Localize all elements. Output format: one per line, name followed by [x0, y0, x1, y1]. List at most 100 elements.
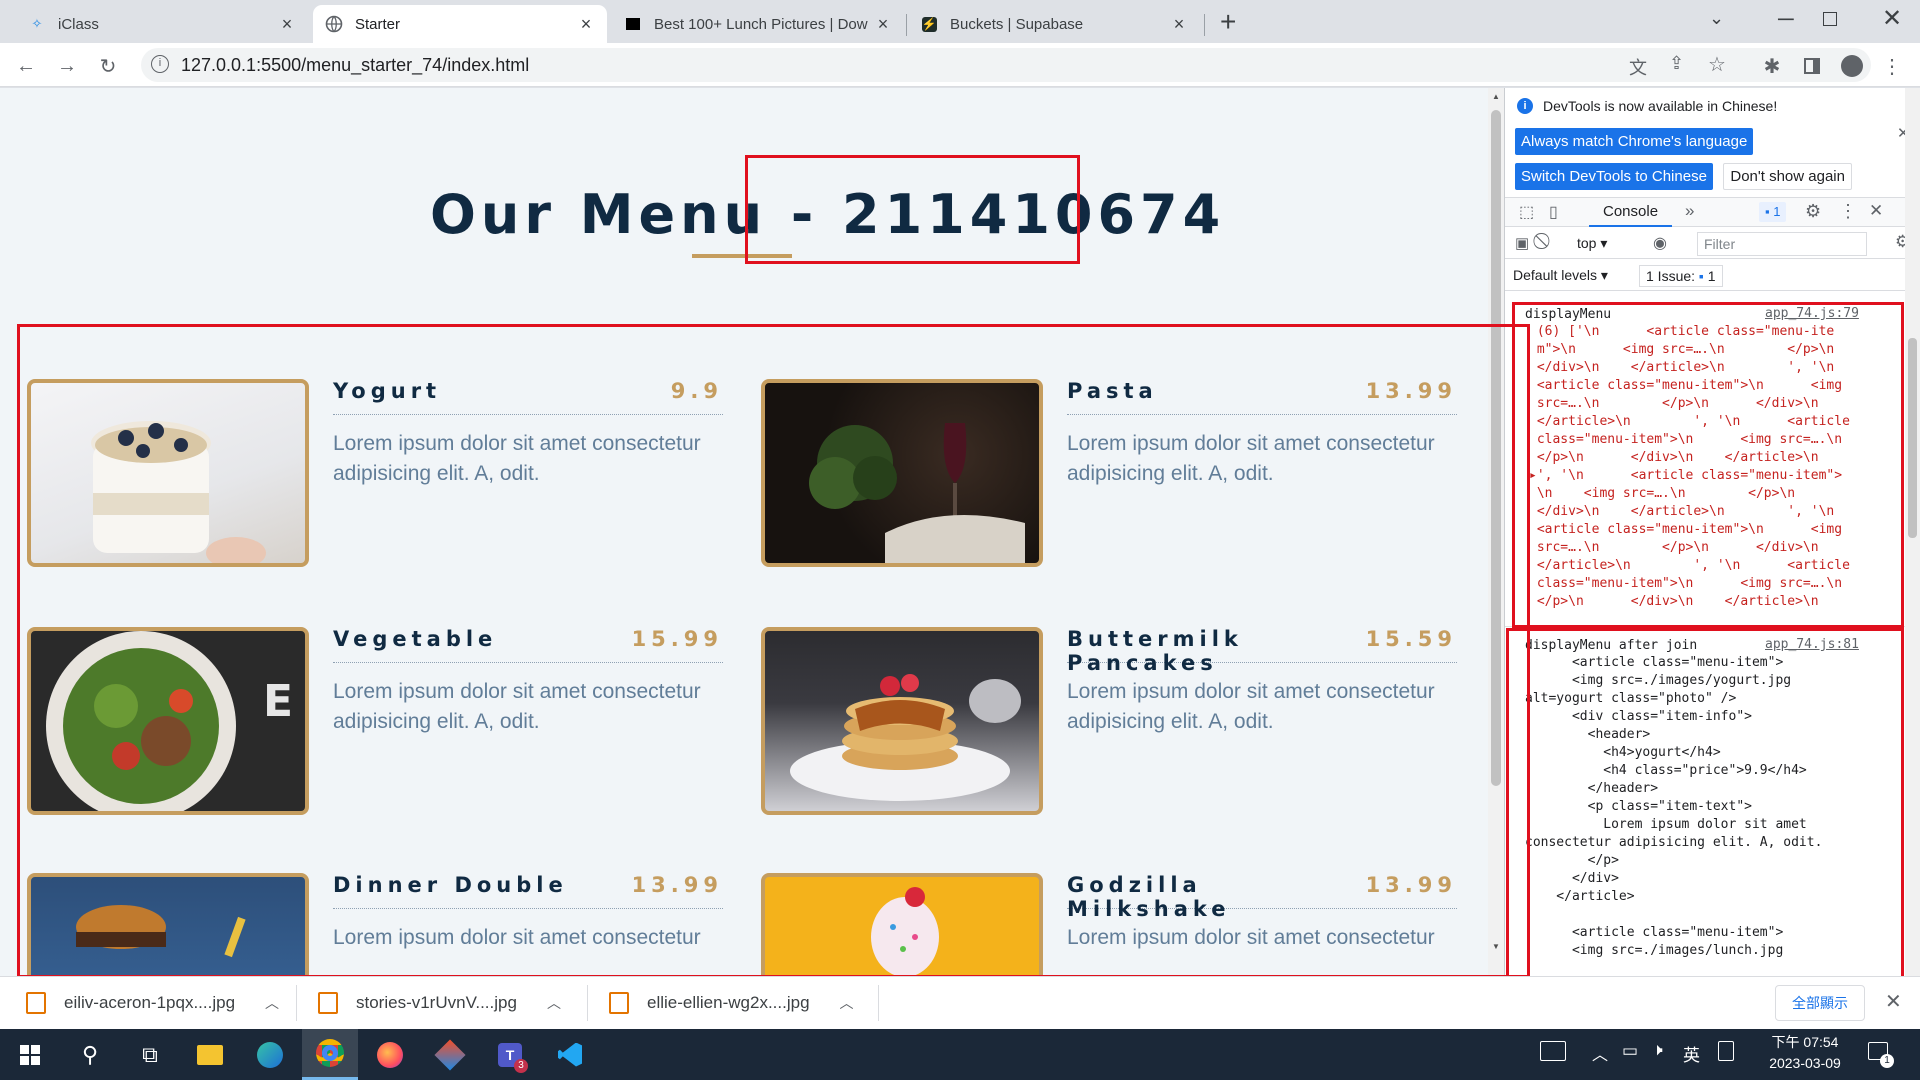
- live-expression-eye-icon[interactable]: ◉: [1653, 233, 1667, 253]
- settings-gear-icon[interactable]: ⚙: [1805, 201, 1821, 222]
- notification-badge: 1: [1880, 1054, 1894, 1068]
- levels-label: Default levels: [1513, 267, 1598, 283]
- context-select[interactable]: top ▾: [1577, 235, 1607, 252]
- chevron-up-icon[interactable]: ︿: [840, 993, 854, 1013]
- more-tabs-icon[interactable]: »: [1685, 201, 1694, 221]
- close-tab-icon[interactable]: ×: [577, 14, 595, 35]
- vegetable-photo: E: [27, 627, 309, 815]
- address-bar[interactable]: i 127.0.0.1:5500/menu_starter_74/index.h…: [141, 48, 1871, 82]
- back-icon[interactable]: ←: [12, 52, 40, 80]
- forward-icon[interactable]: →: [53, 52, 81, 80]
- volume-muted-icon[interactable]: 🕨: [1652, 1040, 1663, 1060]
- close-tab-icon[interactable]: ×: [1170, 14, 1188, 35]
- scroll-down-icon[interactable]: ▼: [1492, 942, 1500, 951]
- device-toolbar-icon[interactable]: ▯: [1549, 202, 1558, 222]
- extensions-icon[interactable]: ✱: [1758, 52, 1786, 80]
- profile-avatar-icon[interactable]: [1838, 52, 1866, 80]
- dont-show-again-button[interactable]: Don't show again: [1723, 163, 1852, 190]
- devtools-scrollbar-thumb[interactable]: [1908, 338, 1917, 538]
- close-downloads-icon[interactable]: ✕: [1885, 989, 1902, 1014]
- scrollbar-thumb[interactable]: [1491, 110, 1501, 786]
- teams-badge: 3: [514, 1059, 528, 1073]
- context-value: top: [1577, 235, 1597, 251]
- edge-browser-icon[interactable]: [242, 1029, 298, 1080]
- ime-indicator[interactable]: 英: [1683, 1041, 1700, 1066]
- inspect-element-icon[interactable]: ⬚: [1519, 202, 1534, 222]
- search-icon[interactable]: ⚲: [62, 1029, 118, 1080]
- menu-item: Godzilla Milkshake 13.99 Lorem ipsum dol…: [761, 873, 1476, 976]
- network-icon[interactable]: ▭: [1622, 1041, 1638, 1061]
- issues-count: 1: [1773, 204, 1781, 219]
- git-app-icon[interactable]: [422, 1029, 478, 1080]
- levels-select[interactable]: Default levels ▾: [1513, 267, 1608, 284]
- site-info-icon[interactable]: i: [151, 55, 169, 73]
- iclass-logo-icon: ✧: [31, 16, 43, 31]
- info-icon: i: [1517, 98, 1533, 114]
- close-devtools-icon[interactable]: ✕: [1869, 201, 1883, 221]
- download-item[interactable]: eiliv-aceron-1pqx....jpg ︿: [26, 977, 279, 1029]
- reload-icon[interactable]: ↻: [94, 52, 122, 80]
- log-1-source-link[interactable]: app_74.js:79: [1765, 305, 1859, 323]
- kebab-menu-icon[interactable]: ⋮: [1839, 201, 1857, 222]
- scroll-up-icon[interactable]: ▲: [1492, 92, 1500, 101]
- close-tab-icon[interactable]: ×: [278, 14, 296, 35]
- tab-supabase[interactable]: ⚡ Buckets | Supabase ×: [908, 5, 1200, 43]
- close-tab-icon[interactable]: ×: [874, 14, 892, 35]
- item-header: Vegetable 15.99: [333, 627, 723, 663]
- chrome-menu-icon[interactable]: ⋮: [1878, 52, 1906, 80]
- translate-icon[interactable]: 文: [1629, 54, 1647, 80]
- vscode-app-icon[interactable]: [542, 1029, 598, 1080]
- firefox-browser-icon[interactable]: [362, 1029, 418, 1080]
- language-banner: i DevTools is now available in Chinese! …: [1505, 96, 1920, 142]
- item-price: 15.59: [1365, 627, 1457, 651]
- tab-iclass[interactable]: ✧ iClass ×: [16, 5, 308, 43]
- ime-mode-icon[interactable]: [1718, 1041, 1734, 1061]
- item-info: Yogurt 9.9 Lorem ipsum dolor sit amet co…: [333, 379, 723, 489]
- tab-separator: [1204, 14, 1205, 36]
- banner-actions-row-1: Always match Chrome's language: [1505, 128, 1920, 155]
- tab-title: Buckets | Supabase: [950, 15, 1084, 33]
- windows-start-icon[interactable]: [2, 1029, 58, 1080]
- teams-app-icon[interactable]: T3: [482, 1029, 538, 1080]
- chrome-browser-icon[interactable]: [302, 1029, 358, 1080]
- minimize-icon[interactable]: ─: [1778, 6, 1794, 32]
- download-item[interactable]: ellie-ellien-wg2x....jpg ︿: [609, 977, 854, 1029]
- tab-console[interactable]: Console: [1589, 198, 1673, 227]
- chevron-up-icon[interactable]: ︿: [547, 993, 561, 1013]
- new-tab-button[interactable]: +: [1220, 6, 1236, 38]
- close-window-icon[interactable]: ✕: [1882, 4, 1902, 33]
- chevron-up-icon[interactable]: ︿: [1592, 1041, 1608, 1065]
- sidebar-toggle-icon[interactable]: ▣: [1515, 234, 1529, 252]
- side-panel-icon[interactable]: [1798, 52, 1826, 80]
- unsplash-logo-icon: [624, 15, 642, 33]
- download-item[interactable]: stories-v1rUvnV....jpg ︿: [318, 977, 561, 1029]
- issues-count-badge[interactable]: ▪ 1: [1759, 202, 1787, 222]
- clock[interactable]: 下午 07:54 2023-03-09: [1760, 1032, 1850, 1074]
- pancakes-photo: [761, 627, 1043, 815]
- item-info: Vegetable 15.99 Lorem ipsum dolor sit am…: [333, 627, 723, 737]
- chevron-up-icon[interactable]: ︿: [265, 993, 279, 1013]
- issues-button[interactable]: 1 Issue: ▪ 1: [1639, 265, 1723, 287]
- tab-unsplash[interactable]: Best 100+ Lunch Pictures | Dow ×: [612, 5, 904, 43]
- tab-starter[interactable]: Starter ×: [313, 5, 607, 43]
- maximize-icon[interactable]: [1823, 12, 1837, 26]
- filter-input[interactable]: Filter: [1697, 232, 1867, 256]
- show-all-downloads-button[interactable]: 全部顯示: [1775, 985, 1865, 1021]
- log-2-source-link[interactable]: app_74.js:81: [1765, 636, 1859, 654]
- devtools-scrollbar[interactable]: [1905, 88, 1920, 976]
- page-scrollbar[interactable]: ▲ ▼: [1488, 88, 1504, 976]
- bookmark-star-icon[interactable]: ☆: [1708, 52, 1726, 77]
- share-icon[interactable]: ⇪: [1669, 53, 1684, 74]
- svg-text:E: E: [263, 676, 293, 727]
- always-match-language-button[interactable]: Always match Chrome's language: [1515, 128, 1754, 155]
- console-log-1-body[interactable]: (6) ['\n <article class="menu-ite m">\n …: [1505, 323, 1920, 613]
- switch-to-chinese-button[interactable]: Switch DevTools to Chinese: [1515, 163, 1713, 190]
- tab-search-icon[interactable]: ⌄: [1709, 8, 1724, 29]
- menu-item: Yogurt 9.9 Lorem ipsum dolor sit amet co…: [27, 379, 742, 569]
- touch-keyboard-icon[interactable]: [1540, 1041, 1566, 1061]
- item-header: Dinner Double 13.99: [333, 873, 723, 909]
- page-title: Our Menu - 211410674: [430, 183, 1226, 246]
- task-view-icon[interactable]: ⧉: [122, 1029, 178, 1080]
- file-explorer-icon[interactable]: [182, 1029, 238, 1080]
- yogurt-photo: [27, 379, 309, 567]
